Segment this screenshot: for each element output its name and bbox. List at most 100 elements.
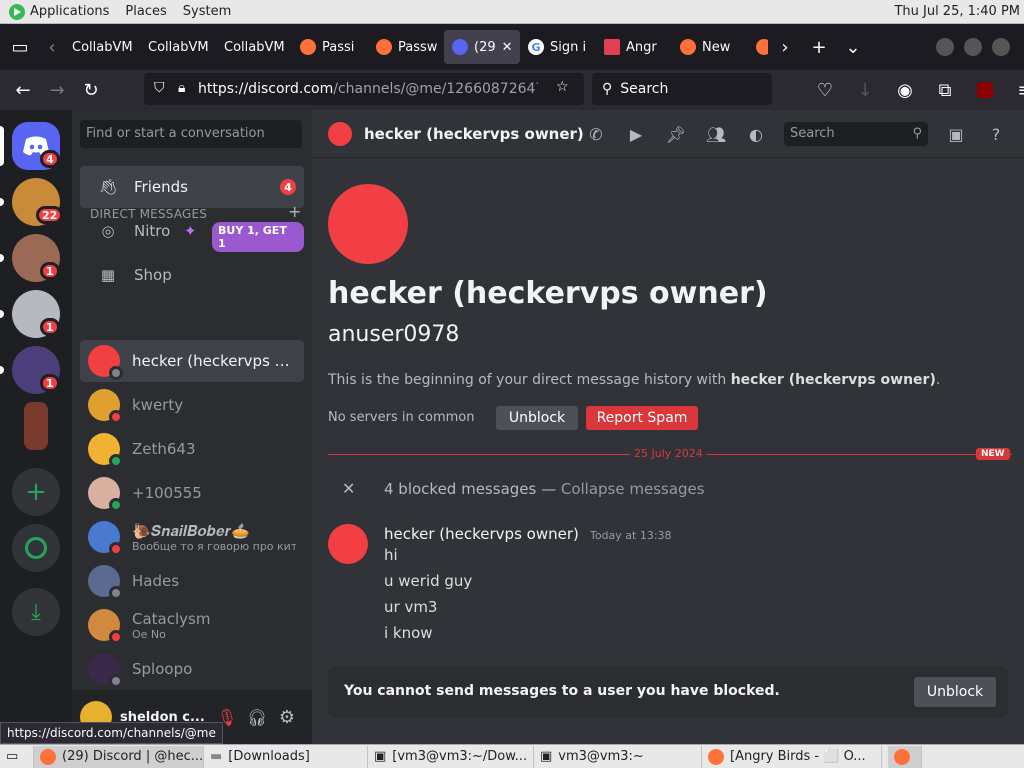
server-icon[interactable]: 1 (12, 234, 60, 282)
downloads-icon[interactable]: ↓ (848, 73, 882, 107)
create-dm-icon[interactable]: + (288, 202, 301, 221)
settings-gear-icon[interactable]: ⚙ (272, 707, 302, 728)
minimize-icon[interactable] (936, 38, 954, 56)
tab-angry-birds[interactable]: Angr (596, 30, 672, 64)
voice-call-icon[interactable]: ✆ (584, 122, 608, 146)
server-badge: 22 (36, 206, 64, 224)
no-servers-in-common[interactable]: No servers in common (328, 410, 474, 425)
dm-item-hades[interactable]: Hades (80, 560, 304, 602)
system-menu[interactable]: System (175, 4, 239, 19)
places-menu[interactable]: Places (117, 4, 174, 19)
unread-pill (0, 254, 4, 262)
bookmark-star-icon[interactable]: ☆ (556, 79, 569, 95)
scroll-tabs-right-icon[interactable]: › (768, 30, 802, 64)
tab-label: Passi (322, 39, 355, 55)
extensions-icon[interactable]: ⧉ (928, 73, 962, 107)
notice-unblock-button[interactable]: Unblock (914, 677, 996, 707)
unblock-button[interactable]: Unblock (496, 406, 578, 430)
dm-name: +100555 (132, 484, 202, 502)
sidebar-item-shop[interactable]: ▦ Shop (80, 254, 304, 296)
task-firefox-discord[interactable]: (29) Discord | @hec... (34, 745, 204, 768)
tab-passwords-1[interactable]: Passi (292, 30, 368, 64)
task-label: [vm3@vm3:~/Dow... (392, 749, 528, 764)
friends-label: Friends (134, 178, 188, 196)
add-friends-to-dm-icon[interactable]: 👥︎ (704, 122, 728, 146)
server-icon[interactable] (24, 402, 48, 450)
dm-item-zeth643[interactable]: Zeth643 (80, 428, 304, 470)
dm-status-text: Вообще то я говорю про кит... (132, 539, 296, 553)
video-call-icon[interactable]: ▶ (624, 122, 648, 146)
app-menu-icon[interactable]: ≡ (1008, 73, 1024, 107)
tab-overview-icon[interactable]: ▭ (0, 30, 40, 64)
server-icon[interactable]: 1 (12, 290, 60, 338)
header-avatar[interactable] (328, 121, 352, 146)
server-badge: 1 (40, 262, 60, 280)
workspace-switcher-icon[interactable] (888, 745, 922, 768)
avatar (88, 609, 123, 644)
pocket-icon[interactable]: ♡ (808, 73, 842, 107)
add-server-icon[interactable]: + (12, 468, 60, 516)
server-icon[interactable]: 22 (12, 178, 64, 226)
lock-icon[interactable]: 🔒︎ (178, 80, 185, 96)
tab-collabvm-1[interactable]: CollabVM (64, 30, 140, 64)
tab-collabvm-3[interactable]: CollabVM (216, 30, 292, 64)
message-author[interactable]: hecker (heckervps owner) (384, 525, 579, 543)
explore-compass-icon[interactable] (12, 524, 60, 572)
clock[interactable]: Thu Jul 25, 1:40 PM (894, 4, 1024, 19)
help-icon[interactable]: ? (984, 122, 1008, 146)
discord-home-icon[interactable]: 4 (12, 122, 60, 170)
dm-item-snailbober[interactable]: 🐌𝑺𝒏𝒂𝒊𝒍𝑩𝒐𝒃𝒆𝒓🥧 Вообще то я говорю про кит..… (80, 516, 304, 558)
close-window-icon[interactable] (992, 38, 1010, 56)
status-dot (109, 410, 123, 424)
dm-item-sploopo[interactable]: Sploopo (80, 648, 304, 690)
dm-item-cataclysm[interactable]: Cataclysm Oe No (80, 604, 304, 646)
task-terminal-home[interactable]: ▣ vm3@vm3:~ (534, 745, 702, 768)
tab-overflow[interactable] (748, 30, 768, 64)
shield-icon[interactable]: ⛉ (154, 80, 165, 96)
list-all-tabs-icon[interactable]: ⌄ (836, 30, 870, 64)
discord-search-input[interactable]: Search ⚲ (784, 122, 928, 146)
forward-icon[interactable]: → (40, 73, 74, 107)
tab-new-tab[interactable]: New (672, 30, 748, 64)
download-apps-icon[interactable]: ⤓ (12, 588, 60, 636)
dm-item-kwerty[interactable]: kwerty (80, 384, 304, 426)
pinned-messages-icon[interactable]: 📌︎ (664, 122, 688, 146)
task-downloads[interactable]: ▬ [Downloads] (204, 745, 368, 768)
reload-icon[interactable]: ↻ (74, 73, 108, 107)
headphones-icon[interactable]: 🎧︎ (242, 708, 272, 727)
message-avatar[interactable] (328, 524, 368, 564)
show-desktop-icon[interactable]: ▭ (0, 745, 34, 768)
firefox-search-box[interactable]: ⚲ Search (592, 73, 772, 105)
report-spam-button[interactable]: Report Spam (586, 406, 698, 430)
task-terminal-downloads[interactable]: ▣ [vm3@vm3:~/Dow... (368, 745, 534, 768)
tab-passwords-2[interactable]: Passw (368, 30, 444, 64)
sidebar-item-friends[interactable]: 👋︎ Friends 4 (80, 166, 304, 208)
find-conversation-input[interactable]: Find or start a conversation (80, 120, 302, 148)
maximize-icon[interactable] (964, 38, 982, 56)
account-icon[interactable]: ◉ (888, 73, 922, 107)
tab-label: CollabVM (72, 39, 133, 55)
collapse-messages-link[interactable]: Collapse messages (561, 480, 705, 498)
apps-menu-icon[interactable]: Applications (0, 3, 117, 21)
server-icon[interactable]: 1 (12, 346, 60, 394)
close-tab-icon[interactable]: ✕ (502, 40, 513, 55)
tab-collabvm-2[interactable]: CollabVM (140, 30, 216, 64)
url-text[interactable]: https://discord.com/channels/@me/1266087… (198, 81, 538, 97)
tab-google-signin[interactable]: G Sign i (520, 30, 596, 64)
dm-item-100555[interactable]: +100555 (80, 472, 304, 514)
ublock-icon[interactable] (968, 73, 1002, 107)
dm-item-hecker[interactable]: hecker (heckervps own... (80, 340, 304, 382)
header-username[interactable]: hecker (heckervps owner) (364, 125, 584, 143)
inbox-icon[interactable]: ▣ (944, 122, 968, 146)
back-icon[interactable]: ← (6, 73, 40, 107)
scroll-tabs-left-icon[interactable]: ‹ (40, 30, 64, 64)
profile-avatar (328, 184, 408, 264)
new-tab-icon[interactable]: + (802, 30, 836, 64)
url-bar[interactable]: ⛉ 🔒︎ https://discord.com/channels/@me/12… (144, 73, 584, 105)
applications-menu[interactable]: Applications (30, 4, 109, 19)
close-icon[interactable]: ✕ (342, 479, 355, 498)
user-profile-icon[interactable]: ◐ (744, 122, 768, 146)
task-angry-birds[interactable]: [Angry Birds - ⬜ O... (702, 745, 882, 768)
tab-discord[interactable]: (29 ✕ (444, 30, 520, 64)
task-label: vm3@vm3:~ (558, 749, 644, 764)
